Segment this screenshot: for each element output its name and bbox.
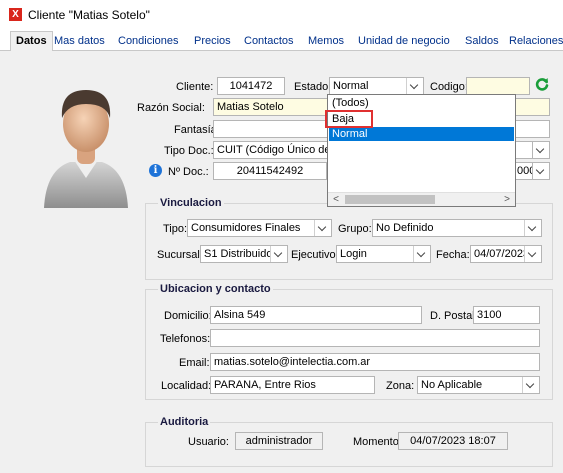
- postal-label: D. Postal:: [430, 310, 478, 322]
- estado-selected-value: Normal: [333, 80, 369, 92]
- codigo-field[interactable]: [466, 77, 530, 95]
- hidden-field-dropdown-button[interactable]: [532, 162, 550, 180]
- refresh-icon[interactable]: [535, 77, 549, 91]
- zona-label: Zona:: [386, 380, 415, 392]
- ejecutivo-select[interactable]: Login: [336, 245, 431, 263]
- tab-contactos[interactable]: Contactos: [239, 32, 299, 51]
- fecha-value: 04/07/2023: [474, 248, 530, 260]
- sucursal-label: Sucursal:: [157, 249, 203, 261]
- tipo-label: Tipo:: [163, 223, 188, 235]
- tipo-selected-value: Consumidores Finales: [191, 222, 301, 234]
- tab-mas-datos[interactable]: Mas datos: [49, 32, 110, 51]
- cliente-label: Cliente:: [176, 81, 214, 93]
- cliente-number-field[interactable]: 1041472: [217, 77, 285, 95]
- chevron-down-icon[interactable]: [522, 377, 539, 393]
- email-label: Email:: [179, 357, 210, 369]
- vinculacion-title: Vinculacion: [158, 197, 224, 209]
- domicilio-label: Domicilio:: [164, 310, 212, 322]
- scroll-right-arrow-icon[interactable]: >: [500, 193, 514, 206]
- chevron-down-icon[interactable]: [524, 220, 541, 236]
- tab-memos[interactable]: Memos: [303, 32, 349, 51]
- razon-social-label: Razón Social:: [137, 102, 205, 114]
- telefonos-label: Telefonos:: [160, 333, 211, 345]
- estado-option-normal[interactable]: Normal: [329, 127, 514, 141]
- estado-label: Estado:: [294, 81, 332, 93]
- nro-doc-field[interactable]: 20411542492: [213, 162, 327, 180]
- email-field[interactable]: matias.sotelo@intelectia.com.ar: [210, 353, 540, 371]
- tipo-doc-label: Tipo Doc.:: [164, 145, 214, 157]
- ejecutivo-selected-value: Login: [340, 248, 367, 260]
- tab-saldos[interactable]: Saldos: [460, 32, 504, 51]
- telefonos-field[interactable]: [210, 329, 540, 347]
- localidad-field[interactable]: PARANA, Entre Rios: [210, 376, 375, 394]
- domicilio-field[interactable]: Alsina 549: [210, 306, 422, 324]
- momento-label: Momento:: [353, 436, 402, 448]
- chevron-down-icon[interactable]: [533, 142, 549, 158]
- scrollbar-thumb[interactable]: [345, 195, 435, 204]
- sucursal-selected-value: S1 Distribuidor: [204, 248, 277, 260]
- estado-option-todos[interactable]: (Todos): [329, 96, 514, 110]
- app-icon: X: [9, 8, 22, 21]
- grupo-select[interactable]: No Definido: [372, 219, 542, 237]
- chevron-down-icon[interactable]: [406, 78, 423, 94]
- zona-selected-value: No Aplicable: [421, 379, 483, 391]
- tipo-select[interactable]: Consumidores Finales: [187, 219, 332, 237]
- momento-field: 04/07/2023 18:07: [398, 432, 508, 450]
- tab-unidad-de-negocio[interactable]: Unidad de negocio: [353, 32, 455, 51]
- baja-highlight-marker: [325, 110, 373, 128]
- scroll-left-arrow-icon[interactable]: <: [329, 193, 343, 206]
- usuario-label: Usuario:: [188, 436, 229, 448]
- postal-field[interactable]: 3100: [473, 306, 540, 324]
- grupo-selected-value: No Definido: [376, 222, 434, 234]
- grupo-label: Grupo:: [338, 223, 372, 235]
- tipo-doc-dropdown-button[interactable]: [532, 141, 550, 159]
- info-icon[interactable]: i: [149, 164, 162, 177]
- ubicacion-title: Ubicacion y contacto: [158, 283, 273, 295]
- auditoria-title: Auditoria: [158, 416, 211, 428]
- window-title: Cliente "Matias Sotelo": [28, 8, 150, 22]
- localidad-label: Localidad:: [161, 380, 212, 392]
- zona-select[interactable]: No Aplicable: [417, 376, 540, 394]
- tab-condiciones[interactable]: Condiciones: [113, 32, 184, 51]
- vinculacion-group: [145, 203, 553, 280]
- tab-relaciones[interactable]: Relaciones: [504, 32, 563, 51]
- calendar-dropdown-icon[interactable]: [524, 246, 541, 262]
- title-bar: X Cliente "Matias Sotelo": [0, 0, 563, 28]
- fecha-picker[interactable]: 04/07/2023: [470, 245, 542, 263]
- avatar: [44, 90, 128, 208]
- tab-precios[interactable]: Precios: [189, 32, 236, 51]
- chevron-down-icon[interactable]: [270, 246, 287, 262]
- chevron-down-icon[interactable]: [314, 220, 331, 236]
- usuario-field: administrador: [235, 432, 323, 450]
- dropdown-horizontal-scrollbar[interactable]: < >: [328, 192, 515, 206]
- chevron-down-icon[interactable]: [413, 246, 430, 262]
- codigo-label: Codigo:: [430, 81, 468, 93]
- fecha-label: Fecha:: [436, 249, 470, 261]
- tab-datos[interactable]: Datos: [10, 31, 53, 52]
- sucursal-select[interactable]: S1 Distribuidor: [200, 245, 288, 263]
- estado-select[interactable]: Normal: [329, 77, 424, 95]
- chevron-down-icon[interactable]: [533, 163, 549, 179]
- ejecutivo-label: Ejecutivo:: [291, 249, 339, 261]
- nro-doc-label: Nº Doc.:: [168, 166, 209, 178]
